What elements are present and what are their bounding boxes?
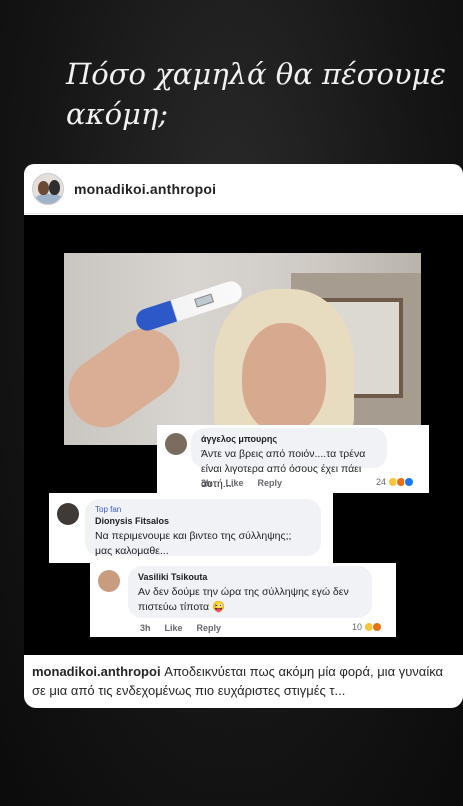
reaction-count: 24 bbox=[376, 477, 387, 487]
commenter-name: άγγελος μπουρης bbox=[201, 434, 278, 444]
like-button[interactable]: Like bbox=[226, 478, 244, 488]
avatar[interactable] bbox=[32, 172, 64, 205]
comment-text: Να περιμενουμε και βιντεο της σύλληψης;;… bbox=[95, 530, 292, 557]
commenter-name: Dionysis Fitsalos bbox=[95, 516, 170, 526]
comment-text: Αν δεν δούμε την ώρα της σύλληψης εγώ δε… bbox=[138, 586, 349, 613]
like-reaction-icon bbox=[404, 477, 415, 487]
commenter-name: Vasiliki Tsikouta bbox=[138, 572, 208, 582]
caption-username[interactable]: monadikoi.anthropoi bbox=[32, 664, 161, 679]
angry-reaction-icon bbox=[372, 622, 383, 632]
post-caption[interactable]: monadikoi.anthropoi Αποδεικνύεται πως ακ… bbox=[32, 662, 456, 700]
reaction-count: 10 bbox=[352, 622, 363, 632]
post-photo bbox=[64, 253, 421, 445]
reaction-summary: 24 bbox=[376, 477, 415, 487]
story-headline: Πόσο χαμηλά θα πέσουμε ακόμη; bbox=[66, 57, 446, 131]
reply-button[interactable]: Reply bbox=[258, 478, 283, 488]
like-button[interactable]: Like bbox=[165, 623, 183, 633]
comment-time: 3h bbox=[201, 478, 212, 488]
comment-card-1: άγγελος μπουρης Άντε να βρεις από ποιόν.… bbox=[157, 425, 429, 493]
comment-bubble: Vasiliki Tsikouta Αν δεν δούμε την ώρα τ… bbox=[128, 566, 372, 618]
reply-button[interactable]: Reply bbox=[197, 623, 222, 633]
post-media[interactable]: άγγελος μπουρης Άντε να βρεις από ποιόν.… bbox=[24, 215, 463, 655]
commenter-avatar bbox=[98, 570, 120, 592]
comment-time: 3h bbox=[140, 623, 151, 633]
reaction-summary: 10 bbox=[352, 622, 383, 632]
commenter-avatar bbox=[57, 503, 79, 525]
post-header[interactable]: monadikoi.anthropoi bbox=[24, 164, 463, 214]
top-fan-badge: Top fan bbox=[95, 505, 122, 514]
comment-bubble: άγγελος μπουρης Άντε να βρεις από ποιόν.… bbox=[191, 428, 387, 490]
shared-post-card[interactable]: monadikoi.anthropoi άγγελος μπουρης Άντε… bbox=[24, 164, 463, 708]
commenter-avatar bbox=[165, 433, 187, 455]
comment-card-3: Vasiliki Tsikouta Αν δεν δούμε την ώρα τ… bbox=[90, 563, 396, 637]
comment-bubble: Top fan Dionysis Fitsalos Να περιμενουμε… bbox=[85, 499, 321, 557]
comment-card-2: Top fan Dionysis Fitsalos Να περιμενουμε… bbox=[49, 493, 333, 563]
post-username[interactable]: monadikoi.anthropoi bbox=[74, 181, 216, 197]
